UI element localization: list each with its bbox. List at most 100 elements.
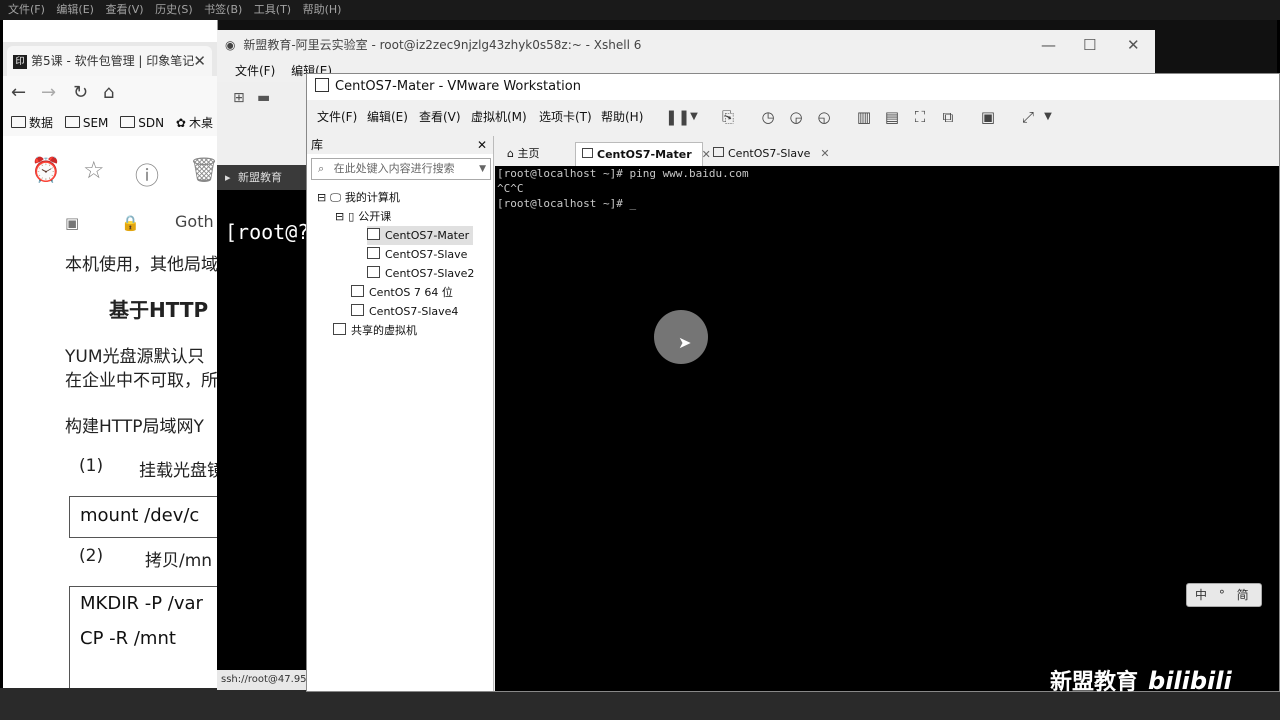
vmware-title: CentOS7-Mater - VMware Workstation: [335, 79, 581, 94]
chevron-down-icon[interactable]: ▼: [685, 108, 703, 126]
tree-vm-centos7-mater[interactable]: CentOS7-Mater: [367, 226, 474, 245]
vm-console[interactable]: [root@localhost ~]# ping www.baidu.com ^…: [495, 166, 1279, 691]
library-header: 库 ✕: [307, 136, 493, 154]
tree-shared-vms[interactable]: 共享的虚拟机: [333, 321, 417, 340]
step-text: 挂载光盘镜: [139, 461, 218, 481]
browser-nav-bar: ← → ↻ ⌂: [3, 76, 217, 110]
bookmark-sdn[interactable]: SDN: [120, 110, 164, 136]
tree-vm-centos7-slave2[interactable]: CentOS7-Slave2: [367, 264, 474, 283]
home-icon[interactable]: ⌂: [103, 82, 114, 103]
folder-icon[interactable]: ▬: [257, 90, 270, 106]
doc-line: 构建HTTP局域网Y: [65, 417, 204, 437]
stretch-icon[interactable]: ⤢: [1019, 108, 1037, 126]
ime-chinese-toggle[interactable]: 中: [1195, 588, 1207, 602]
session-tab-label: 新盟教育: [238, 171, 283, 184]
bookmark-sem[interactable]: SEM: [64, 110, 108, 136]
minimize-icon[interactable]: —: [1041, 30, 1056, 60]
library-search-input[interactable]: ⌕ 在此处键入内容进行搜索 ▼: [311, 158, 491, 180]
tab-centos7-slave[interactable]: CentOS7-Slave ✕: [707, 142, 833, 166]
new-session-icon[interactable]: ⊞: [233, 90, 245, 106]
collapse-icon[interactable]: ⊟: [317, 191, 326, 204]
menu-tabs[interactable]: 选项卡(T): [539, 100, 592, 134]
close-icon[interactable]: ✕: [1127, 30, 1140, 60]
vm-icon: [367, 266, 380, 278]
terminal-prompt: [root@?: [225, 220, 310, 244]
tree-label: CentOS 7 64 位: [369, 286, 453, 299]
tab-label: CentOS7-Mater: [597, 148, 692, 161]
menu-edit[interactable]: 编辑(E): [367, 100, 408, 134]
tree-my-computer[interactable]: ⊟ 🖵 我的计算机: [317, 188, 400, 207]
ime-punctuation-toggle[interactable]: °: [1219, 588, 1225, 602]
bookmark-label: SDN: [138, 116, 165, 130]
tree-label: CentOS7-Slave2: [385, 267, 475, 280]
snapshot-manager-icon[interactable]: ◵: [815, 108, 833, 126]
xshell-title: 新盟教育-阿里云实验室 - root@iz2zec9njzlg43zhyk0s5…: [243, 38, 642, 52]
vmware-library-sidebar: 库 ✕ ⌕ 在此处键入内容进行搜索 ▼ ⊟ 🖵 我的计算机 ⊟ ▯ 公开课 CentOS…: [307, 136, 494, 691]
maximize-icon[interactable]: ☐: [1083, 30, 1096, 60]
send-keys-icon[interactable]: ⎘: [719, 108, 737, 126]
xshell-session-tab[interactable]: ▸ 新盟教育: [217, 165, 307, 190]
tree-vm-centos7-slave[interactable]: CentOS7-Slave: [367, 245, 467, 264]
doc-heading: 基于HTTP: [109, 298, 209, 322]
bookmark-muzhuo[interactable]: ✿ 木桌: [176, 110, 213, 136]
tab-label: CentOS7-Slave: [728, 147, 811, 160]
tree-vm-centos7-slave4[interactable]: CentOS7-Slave4: [351, 302, 458, 321]
note-content: ⏰ ☆ ⓘ 🗑 ▣ 🔒 Goth 本机使用，其他局域 基于HTTP YUM光盘源…: [3, 136, 217, 688]
console-line: [root@localhost ~]# _: [497, 197, 637, 210]
bilibili-logo: bilibili: [1148, 667, 1232, 695]
reload-icon[interactable]: ↻: [73, 82, 88, 103]
tree-label: CentOS7-Mater: [385, 229, 470, 242]
menu-file[interactable]: 文件(F): [317, 100, 357, 134]
tree-folder-public[interactable]: ⊟ ▯ 公开课: [335, 207, 391, 226]
info-icon[interactable]: ⓘ: [135, 156, 159, 191]
status-text: ssh://root@47.95: [221, 674, 307, 685]
chevron-down-icon[interactable]: ▼: [1039, 108, 1057, 126]
tab-centos7-mater[interactable]: CentOS7-Mater ✕: [575, 142, 711, 167]
menu-help[interactable]: 帮助(H): [601, 100, 643, 134]
close-icon[interactable]: ✕: [477, 136, 487, 154]
close-tab-icon[interactable]: ✕: [820, 147, 829, 160]
tree-label: CentOS7-Slave: [385, 248, 468, 261]
strip-item: 帮助(H): [302, 3, 342, 16]
unity-icon[interactable]: ⧉: [939, 108, 957, 126]
background-menu-strip: 文件(F) 编辑(E) 查看(V) 历史(S) 书签(B) 工具(T) 帮助(H…: [0, 0, 1280, 20]
revert-snapshot-icon[interactable]: ◶: [787, 108, 805, 126]
sidebar-toggle-icon[interactable]: ▥: [855, 108, 873, 126]
ime-simplified-toggle[interactable]: 简: [1237, 588, 1249, 602]
vmware-window: CentOS7-Mater - VMware Workstation 文件(F)…: [306, 73, 1280, 692]
search-icon: ⌕: [318, 162, 325, 175]
forward-icon[interactable]: →: [41, 82, 56, 103]
close-tab-icon[interactable]: ✕: [193, 46, 206, 76]
tab-arrow-icon: ▸: [225, 171, 231, 184]
vmware-menubar: 文件(F) 编辑(E) 查看(V) 虚拟机(M) 选项卡(T) 帮助(H) ❚❚…: [307, 100, 1279, 134]
browser-tab[interactable]: 印第5课 - 软件包管理 | 印象笔记 ✕: [7, 46, 212, 76]
console-view-icon[interactable]: ▣: [979, 108, 997, 126]
chevron-down-icon[interactable]: ▼: [479, 159, 486, 179]
folder-icon: [64, 116, 80, 128]
snapshot-icon[interactable]: ◷: [759, 108, 777, 126]
bookmark-data[interactable]: 数据: [11, 110, 53, 136]
menu-vm[interactable]: 虚拟机(M): [471, 100, 527, 134]
tree-label: 公开课: [358, 210, 392, 223]
star-icon[interactable]: ☆: [83, 156, 105, 184]
pause-icon[interactable]: ❚❚: [665, 108, 690, 126]
lock-icon: 🔒: [121, 214, 140, 232]
tree-vm-centos7-64[interactable]: CentOS 7 64 位: [351, 283, 453, 302]
trash-icon[interactable]: 🗑: [189, 156, 217, 184]
xshell-terminal[interactable]: [root@?: [217, 190, 310, 670]
fullscreen-icon[interactable]: ⛶: [911, 108, 929, 126]
alarm-icon[interactable]: ⏰: [31, 156, 61, 184]
collapse-icon[interactable]: ⊟: [335, 210, 344, 223]
tab-home[interactable]: ⌂ 主页: [501, 142, 573, 166]
xshell-logo-icon: ◉: [225, 38, 236, 52]
tree-label: 共享的虚拟机: [351, 324, 417, 337]
back-icon[interactable]: ←: [11, 82, 26, 103]
code-line: mount /dev/c: [80, 505, 200, 526]
strip-item: 书签(B): [204, 3, 243, 16]
lock-icon: ▣: [65, 214, 80, 232]
library-title: 库: [311, 138, 324, 152]
strip-item: 查看(V): [105, 3, 144, 16]
thumbnail-icon[interactable]: ▤: [883, 108, 901, 126]
menu-file[interactable]: 文件(F): [235, 64, 275, 78]
menu-view[interactable]: 查看(V): [419, 100, 461, 134]
